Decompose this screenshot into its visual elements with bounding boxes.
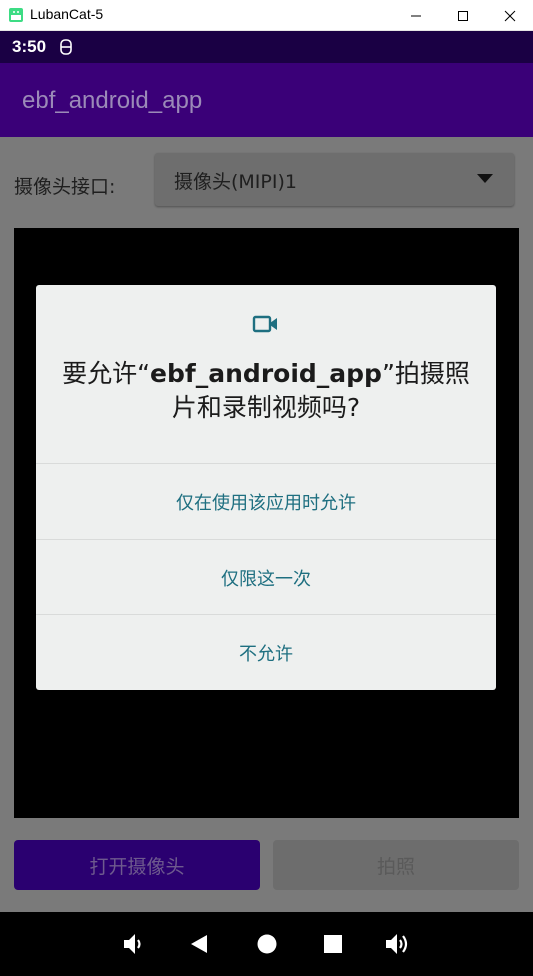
volume-up-button[interactable] [383, 929, 413, 959]
allow-while-using-button[interactable]: 仅在使用该应用时允许 [36, 464, 496, 539]
dropdown-arrow-icon [477, 174, 493, 183]
volume-up-icon [386, 934, 408, 954]
allow-once-button[interactable]: 仅限这一次 [36, 540, 496, 615]
window-title: LubanCat-5 [30, 6, 104, 22]
take-photo-button[interactable]: 拍照 [273, 840, 519, 890]
minimize-icon [411, 15, 421, 16]
maximize-icon [458, 10, 468, 21]
camera-interface-value: 摄像头(MIPI)1 [174, 171, 297, 193]
deny-button[interactable]: 不允许 [36, 615, 496, 690]
app-title: ebf_android_app [22, 87, 203, 114]
permission-dialog: 要允许“ebf_android_app”拍摄照片和录制视频吗? 仅在使用该应用时… [36, 285, 496, 690]
status-time: 3:50 [12, 37, 47, 56]
maximize-button[interactable] [440, 0, 486, 31]
close-button[interactable] [487, 0, 533, 31]
recents-button[interactable] [318, 929, 348, 959]
open-camera-label: 打开摄像头 [89, 855, 185, 878]
status-bar: 3:50 [0, 31, 533, 63]
minimize-button[interactable] [393, 0, 439, 31]
take-photo-label: 拍照 [376, 855, 415, 878]
permission-app-name: ebf_android_app [150, 359, 382, 388]
home-icon [257, 934, 277, 954]
camera-interface-dropdown[interactable]: 摄像头(MIPI)1 [155, 153, 514, 206]
recents-icon [324, 935, 342, 953]
videocam-icon [252, 315, 277, 333]
usb-icon [60, 39, 72, 55]
app-icon [9, 8, 23, 22]
back-button[interactable] [184, 929, 214, 959]
home-button[interactable] [252, 929, 282, 959]
volume-down-button[interactable] [119, 929, 149, 959]
camera-interface-label: 摄像头接口: [14, 176, 116, 198]
app-bar: ebf_android_app [0, 63, 533, 137]
close-icon [504, 10, 516, 21]
permission-message: 要允许“ebf_android_app”拍摄照片和录制视频吗? [62, 359, 470, 422]
volume-down-icon [124, 934, 141, 954]
open-camera-button[interactable]: 打开摄像头 [14, 840, 260, 890]
navigation-bar [0, 912, 533, 976]
back-icon [191, 935, 207, 953]
window-title-bar: LubanCat-5 [0, 0, 533, 31]
